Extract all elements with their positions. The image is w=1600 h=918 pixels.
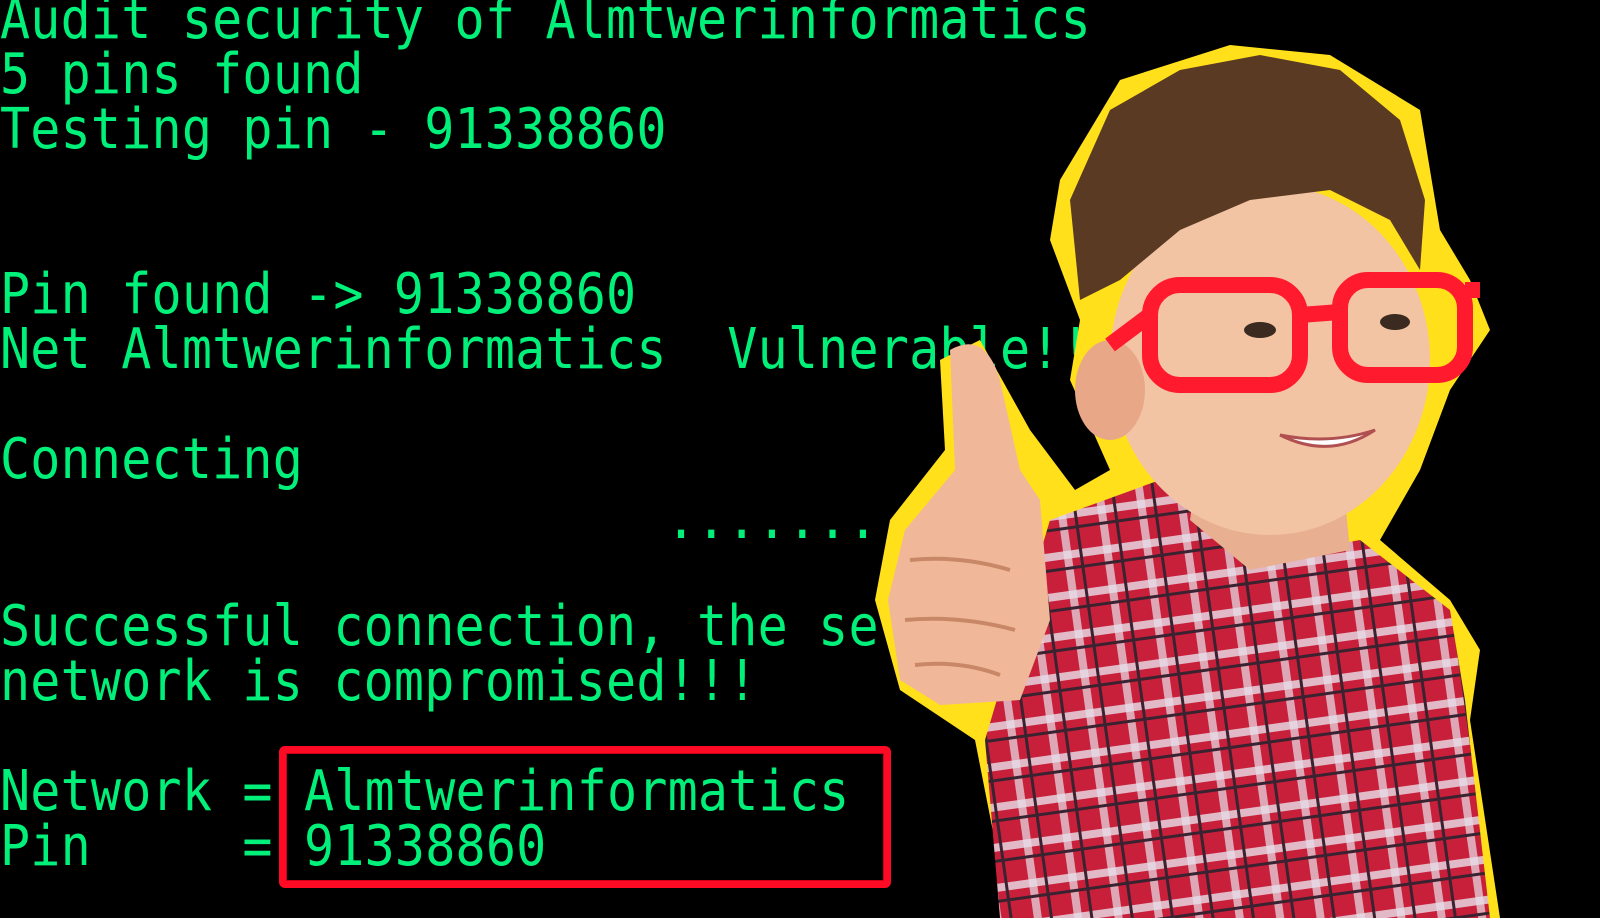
testing-pin-line: Testing pin - 91338860	[0, 96, 667, 162]
kid-thumbs-up-image	[875, 45, 1500, 918]
highlight-box	[279, 746, 891, 888]
thumbs-up-hand	[888, 344, 1050, 705]
success-line-2: network is compromised!!!	[0, 648, 758, 714]
progress-dots: .......	[666, 486, 879, 552]
connecting-line: Connecting	[0, 426, 304, 492]
pin-label: Pin =	[0, 813, 273, 879]
